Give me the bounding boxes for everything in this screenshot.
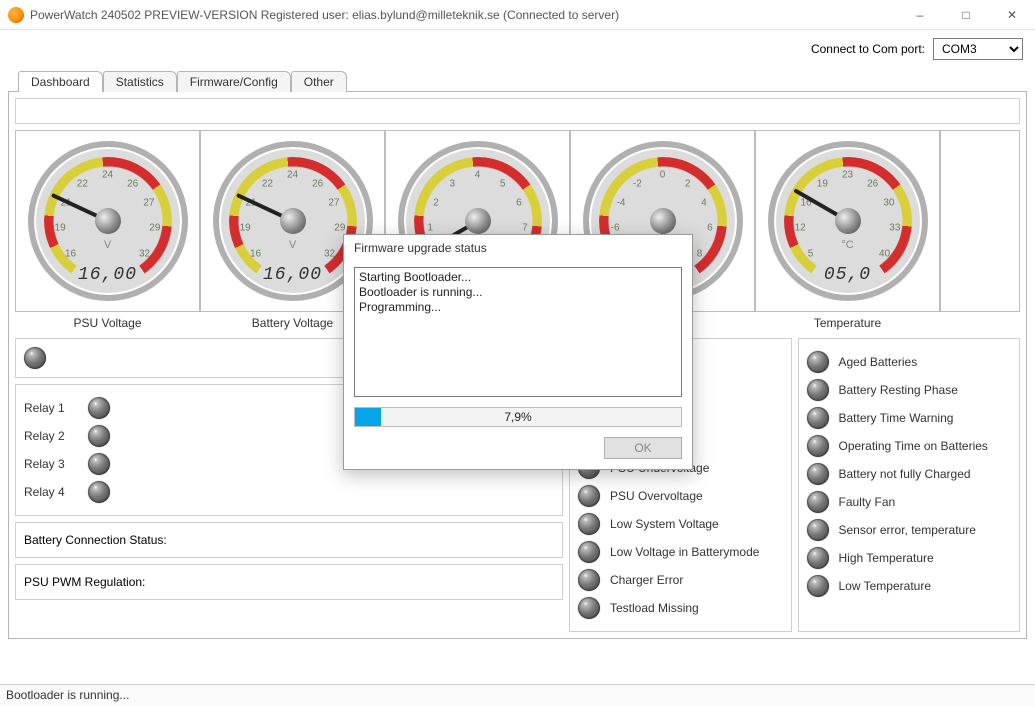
titlebar: PowerWatch 240502 PREVIEW-VERSION Regist…: [0, 0, 1035, 30]
tabstrip: Dashboard Statistics Firmware/Config Oth…: [0, 70, 1035, 91]
alarm-label: Aged Batteries: [839, 355, 918, 369]
dialog-title: Firmware upgrade status: [344, 235, 692, 261]
led-indicator: [807, 351, 829, 373]
gauge-label: Temperature: [755, 316, 940, 330]
gauge-readout: 16,00: [78, 265, 137, 285]
led-indicator: [88, 481, 110, 503]
led-indicator: [807, 435, 829, 457]
tab-other[interactable]: Other: [291, 71, 347, 92]
dialog-log: Starting Bootloader... Bootloader is run…: [354, 267, 682, 397]
minimize-button[interactable]: –: [897, 0, 943, 30]
alarm-label: Testload Missing: [610, 601, 699, 615]
alarm-label: Battery Resting Phase: [839, 383, 958, 397]
alarm-label: PSU Overvoltage: [610, 489, 703, 503]
led-indicator: [578, 513, 600, 535]
battery-connection-label: Battery Connection Status:: [24, 533, 167, 547]
led-indicator: [807, 519, 829, 541]
ok-button[interactable]: OK: [604, 437, 682, 459]
relay-label: Relay 4: [24, 485, 70, 499]
connect-row: Connect to Com port: COM3: [0, 30, 1035, 64]
tab-statistics[interactable]: Statistics: [103, 71, 177, 92]
log-line: Starting Bootloader...: [359, 270, 677, 285]
led-indicator: [807, 575, 829, 597]
led-indicator: [88, 453, 110, 475]
led-indicator: [578, 569, 600, 591]
alarm-label: Faulty Fan: [839, 495, 896, 509]
window-title: PowerWatch 240502 PREVIEW-VERSION Regist…: [30, 8, 897, 22]
alarm-label: High Temperature: [839, 551, 934, 565]
relay-label: Relay 2: [24, 429, 70, 443]
gauge-unit: V: [104, 239, 111, 251]
log-line: Bootloader is running...: [359, 285, 677, 300]
alarm-label: Low System Voltage: [610, 517, 719, 531]
com-port-select[interactable]: COM3: [933, 38, 1023, 60]
firmware-upgrade-dialog: Firmware upgrade status Starting Bootloa…: [343, 234, 693, 470]
gauge-hub: [95, 208, 121, 234]
psu-pwm-label: PSU PWM Regulation:: [24, 575, 145, 589]
alarm-label: Low Temperature: [839, 579, 932, 593]
led-indicator: [578, 485, 600, 507]
battery-connection-panel: Battery Connection Status:: [15, 522, 563, 558]
tab-dashboard[interactable]: Dashboard: [18, 71, 103, 92]
alarms-col-2: Aged Batteries Battery Resting Phase Bat…: [798, 338, 1021, 632]
close-button[interactable]: ✕: [989, 0, 1035, 30]
relay-label: Relay 3: [24, 457, 70, 471]
led-indicator: [807, 407, 829, 429]
alarm-label: Operating Time on Batteries: [839, 439, 988, 453]
led-indicator: [578, 541, 600, 563]
tab-firmware-config[interactable]: Firmware/Config: [177, 71, 291, 92]
gauge-psu-voltage: 16 19 21 22 24 26 27 29 32 V 16,00: [15, 130, 200, 312]
led-indicator: [807, 547, 829, 569]
statusbar: Bootloader is running...: [0, 684, 1035, 706]
maximize-button[interactable]: □: [943, 0, 989, 30]
led-indicator: [578, 597, 600, 619]
statusbar-text: Bootloader is running...: [6, 688, 129, 702]
connect-label: Connect to Com port:: [811, 42, 925, 56]
led-indicator: [807, 491, 829, 513]
alarm-label: Sensor error, temperature: [839, 523, 976, 537]
led-indicator: [88, 425, 110, 447]
app-icon: [8, 7, 24, 23]
relay-label: Relay 1: [24, 401, 70, 415]
gauge-temperature: 5 12 16 19 23 26 30 33 40 °C 05,0: [755, 130, 940, 312]
alarm-label: Low Voltage in Batterymode: [610, 545, 759, 559]
toolbar-spacer: [15, 98, 1020, 124]
psu-pwm-panel: PSU PWM Regulation:: [15, 564, 563, 600]
alarm-label: Charger Error: [610, 573, 683, 587]
led-indicator: [807, 463, 829, 485]
led-indicator: [24, 347, 46, 369]
progress-text: 7,9%: [355, 408, 681, 426]
relay-row: Relay 4: [24, 481, 554, 503]
progress-bar: 7,9%: [354, 407, 682, 427]
gauge-blank: [940, 130, 1020, 312]
log-line: Programming...: [359, 300, 677, 315]
alarm-label: Battery not fully Charged: [839, 467, 971, 481]
led-indicator: [88, 397, 110, 419]
alarm-label: Battery Time Warning: [839, 411, 954, 425]
led-indicator: [807, 379, 829, 401]
gauge-label: PSU Voltage: [15, 316, 200, 330]
